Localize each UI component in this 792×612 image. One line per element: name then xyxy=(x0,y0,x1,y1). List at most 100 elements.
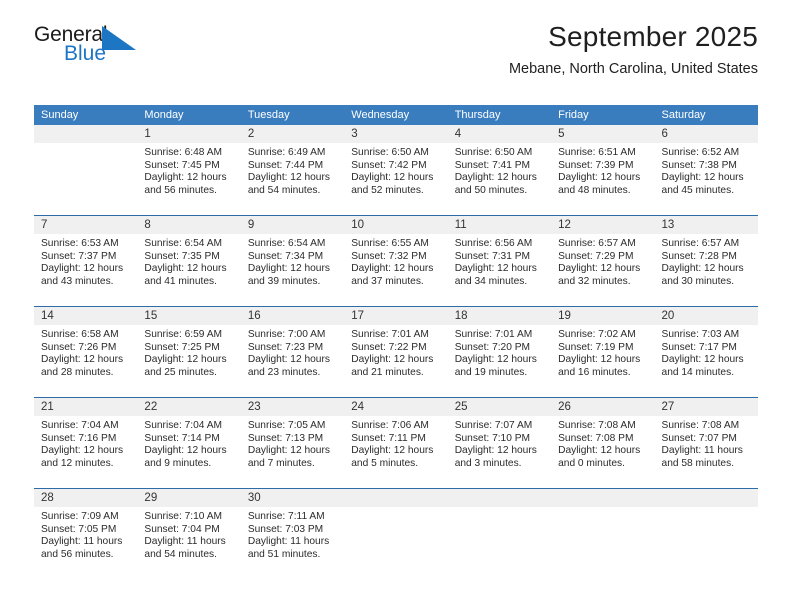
day-cell[interactable]: 14 Sunrise: 6:58 AM Sunset: 7:26 PM Dayligh… xyxy=(34,307,138,397)
day-number: 8 xyxy=(144,219,151,231)
sunrise-text: Sunrise: 7:02 AM xyxy=(558,329,636,340)
day-cell[interactable]: 10 Sunrise: 6:55 AM Sunset: 7:32 PM Dayligh… xyxy=(344,216,448,306)
sunrise-text: Sunrise: 7:10 AM xyxy=(144,511,223,522)
day-number: 23 xyxy=(247,401,261,413)
day-cell-empty xyxy=(34,125,138,215)
day-cell[interactable]: 24 Sunrise: 7:06 AM Sunset: 7:11 PM Dayligh… xyxy=(344,398,448,488)
day-details: Sunrise: 6:58 AM Sunset: 7:26 PM Daylight:… xyxy=(34,325,137,379)
day-cell[interactable]: 29 Sunrise: 7:10 AM Sunset: 7:04 PM Dayligh… xyxy=(137,489,241,579)
day-cell[interactable]: 11 Sunrise: 6:56 AM Sunset: 7:31 PM Dayligh… xyxy=(447,216,552,306)
day-cell[interactable]: 28 Sunrise: 7:09 AM Sunset: 7:05 PM Dayligh… xyxy=(34,489,138,579)
daylight-text-line2: and 5 minutes. xyxy=(351,457,419,469)
day-cell[interactable]: 30 Sunrise: 7:11 AM Sunset: 7:03 PM Dayligh… xyxy=(240,489,345,579)
day-cell[interactable]: 6 Sunrise: 6:52 AM Sunset: 7:38 PM Daylight… xyxy=(654,125,758,215)
day-number-band: 26 xyxy=(551,398,655,416)
daylight-text-line2: and 37 minutes. xyxy=(351,275,424,287)
daylight-text-line1: Daylight: 12 hours xyxy=(41,445,124,457)
weekday-saturday: Saturday xyxy=(661,109,706,121)
daylight-text-line2: and 23 minutes. xyxy=(247,366,321,378)
sunset-text: Sunset: 7:35 PM xyxy=(144,250,220,262)
daylight-text-line2: and 28 minutes. xyxy=(41,366,114,378)
day-number-band: 29 xyxy=(137,489,241,507)
day-number: 18 xyxy=(454,310,468,322)
day-number-band xyxy=(344,489,448,507)
sunrise-text: Sunrise: 6:53 AM xyxy=(41,238,119,249)
day-cell[interactable]: 13 Sunrise: 6:57 AM Sunset: 7:28 PM Dayligh… xyxy=(654,216,758,306)
day-details: Sunrise: 6:50 AM Sunset: 7:42 PM Daylight:… xyxy=(344,143,447,197)
sunrise-text: Sunrise: 7:00 AM xyxy=(247,329,326,340)
daylight-text-line1: Daylight: 12 hours xyxy=(661,263,744,275)
day-cell[interactable]: 18 Sunrise: 7:01 AM Sunset: 7:20 PM Dayligh… xyxy=(447,307,552,397)
day-cell[interactable]: 16 Sunrise: 7:00 AM Sunset: 7:23 PM Dayligh… xyxy=(240,307,345,397)
day-cell[interactable]: 7 Sunrise: 6:53 AM Sunset: 7:37 PM Daylight… xyxy=(34,216,138,306)
day-cell[interactable]: 27 Sunrise: 7:08 AM Sunset: 7:07 PM Dayligh… xyxy=(654,398,758,488)
day-details: Sunrise: 6:54 AM Sunset: 7:34 PM Daylight:… xyxy=(241,234,344,288)
day-cell[interactable]: 3 Sunrise: 6:50 AM Sunset: 7:42 PM Daylight… xyxy=(344,125,448,215)
day-details: Sunrise: 7:10 AM Sunset: 7:04 PM Daylight:… xyxy=(137,507,240,561)
sunset-text: Sunset: 7:04 PM xyxy=(144,523,220,535)
day-cell[interactable]: 15 Sunrise: 6:59 AM Sunset: 7:25 PM Dayligh… xyxy=(137,307,241,397)
day-cell[interactable]: 21 Sunrise: 7:04 AM Sunset: 7:16 PM Dayligh… xyxy=(34,398,138,488)
day-details: Sunrise: 6:55 AM Sunset: 7:32 PM Daylight:… xyxy=(344,234,447,288)
daylight-text-line1: Daylight: 12 hours xyxy=(41,263,124,275)
daylight-text-line2: and 51 minutes. xyxy=(247,548,321,560)
day-cell[interactable]: 9 Sunrise: 6:54 AM Sunset: 7:34 PM Daylight… xyxy=(240,216,345,306)
sunset-text: Sunset: 7:11 PM xyxy=(351,432,426,444)
sunset-text: Sunset: 7:22 PM xyxy=(351,341,427,353)
day-cell[interactable]: 23 Sunrise: 7:05 AM Sunset: 7:13 PM Dayligh… xyxy=(240,398,345,488)
sunrise-text: Sunrise: 7:01 AM xyxy=(454,329,533,340)
day-cell[interactable]: 2 Sunrise: 6:49 AM Sunset: 7:44 PM Daylight… xyxy=(240,125,345,215)
general-blue-logo[interactable]: General Blue xyxy=(34,24,164,72)
day-details: Sunrise: 7:05 AM Sunset: 7:13 PM Daylight:… xyxy=(241,416,344,470)
daylight-text-line1: Daylight: 12 hours xyxy=(247,445,330,457)
day-number: 15 xyxy=(144,310,158,322)
calendar-week-row: 21 Sunrise: 7:04 AM Sunset: 7:16 PM Dayligh… xyxy=(34,397,758,488)
sunrise-text: Sunrise: 7:04 AM xyxy=(144,420,223,431)
calendar-week-row: 28 Sunrise: 7:09 AM Sunset: 7:05 PM Dayligh… xyxy=(34,488,758,579)
day-cell[interactable]: 12 Sunrise: 6:57 AM Sunset: 7:29 PM Dayligh… xyxy=(551,216,655,306)
day-details: Sunrise: 7:04 AM Sunset: 7:16 PM Daylight:… xyxy=(34,416,137,470)
daylight-text-line1: Daylight: 11 hours xyxy=(247,536,330,548)
daylight-text-line1: Daylight: 11 hours xyxy=(661,445,743,457)
daylight-text-line2: and 39 minutes. xyxy=(247,275,321,287)
sunset-text: Sunset: 7:41 PM xyxy=(454,159,531,171)
day-number-band: 18 xyxy=(447,307,552,325)
day-details: Sunrise: 7:01 AM Sunset: 7:20 PM Daylight:… xyxy=(448,325,551,379)
day-cell[interactable]: 8 Sunrise: 6:54 AM Sunset: 7:35 PM Daylight… xyxy=(137,216,241,306)
day-details: Sunrise: 7:00 AM Sunset: 7:23 PM Daylight:… xyxy=(241,325,344,379)
day-cell[interactable]: 1 Sunrise: 6:48 AM Sunset: 7:45 PM Daylight… xyxy=(137,125,241,215)
daylight-text-line1: Daylight: 12 hours xyxy=(454,172,537,184)
calendar-grid: Sunday Monday Tuesday Wednesday Thursday… xyxy=(34,105,758,579)
sunset-text: Sunset: 7:20 PM xyxy=(454,341,531,353)
day-cell[interactable]: 17 Sunrise: 7:01 AM Sunset: 7:22 PM Dayligh… xyxy=(344,307,448,397)
daylight-text-line1: Daylight: 12 hours xyxy=(351,445,434,457)
day-number: 9 xyxy=(247,219,255,231)
sunrise-text: Sunrise: 6:58 AM xyxy=(41,329,119,340)
day-details: Sunrise: 7:08 AM Sunset: 7:08 PM Daylight:… xyxy=(551,416,654,470)
day-number-band xyxy=(654,489,758,507)
day-details: Sunrise: 7:06 AM Sunset: 7:11 PM Daylight:… xyxy=(344,416,447,470)
sunset-text: Sunset: 7:17 PM xyxy=(661,341,737,353)
day-number-band: 3 xyxy=(344,125,448,143)
day-cell[interactable]: 4 Sunrise: 6:50 AM Sunset: 7:41 PM Daylight… xyxy=(447,125,552,215)
day-cell[interactable]: 20 Sunrise: 7:03 AM Sunset: 7:17 PM Dayligh… xyxy=(654,307,758,397)
day-number-band: 19 xyxy=(551,307,655,325)
day-number-band xyxy=(34,125,138,143)
day-number: 14 xyxy=(41,310,54,322)
calendar-weeks: 1 Sunrise: 6:48 AM Sunset: 7:45 PM Daylight… xyxy=(34,125,758,579)
sunrise-text: Sunrise: 6:57 AM xyxy=(661,238,740,249)
day-cell[interactable]: 25 Sunrise: 7:07 AM Sunset: 7:10 PM Dayligh… xyxy=(447,398,552,488)
page-header: General Blue September 2025 Mebane, Nort… xyxy=(34,0,758,77)
sunset-text: Sunset: 7:14 PM xyxy=(144,432,220,444)
sunset-text: Sunset: 7:26 PM xyxy=(41,341,117,353)
day-cell[interactable]: 5 Sunrise: 6:51 AM Sunset: 7:39 PM Daylight… xyxy=(551,125,655,215)
daylight-text-line2: and 56 minutes. xyxy=(144,184,217,196)
day-cell[interactable]: 19 Sunrise: 7:02 AM Sunset: 7:19 PM Dayligh… xyxy=(551,307,655,397)
day-cell[interactable]: 26 Sunrise: 7:08 AM Sunset: 7:08 PM Dayligh… xyxy=(551,398,655,488)
sunset-text: Sunset: 7:10 PM xyxy=(454,432,531,444)
day-number-band: 30 xyxy=(240,489,345,507)
sunrise-text: Sunrise: 7:04 AM xyxy=(41,420,119,431)
day-details: Sunrise: 7:09 AM Sunset: 7:05 PM Daylight:… xyxy=(34,507,137,561)
day-cell[interactable]: 22 Sunrise: 7:04 AM Sunset: 7:14 PM Dayligh… xyxy=(137,398,241,488)
calendar-week-row: 1 Sunrise: 6:48 AM Sunset: 7:45 PM Daylight… xyxy=(34,125,758,215)
